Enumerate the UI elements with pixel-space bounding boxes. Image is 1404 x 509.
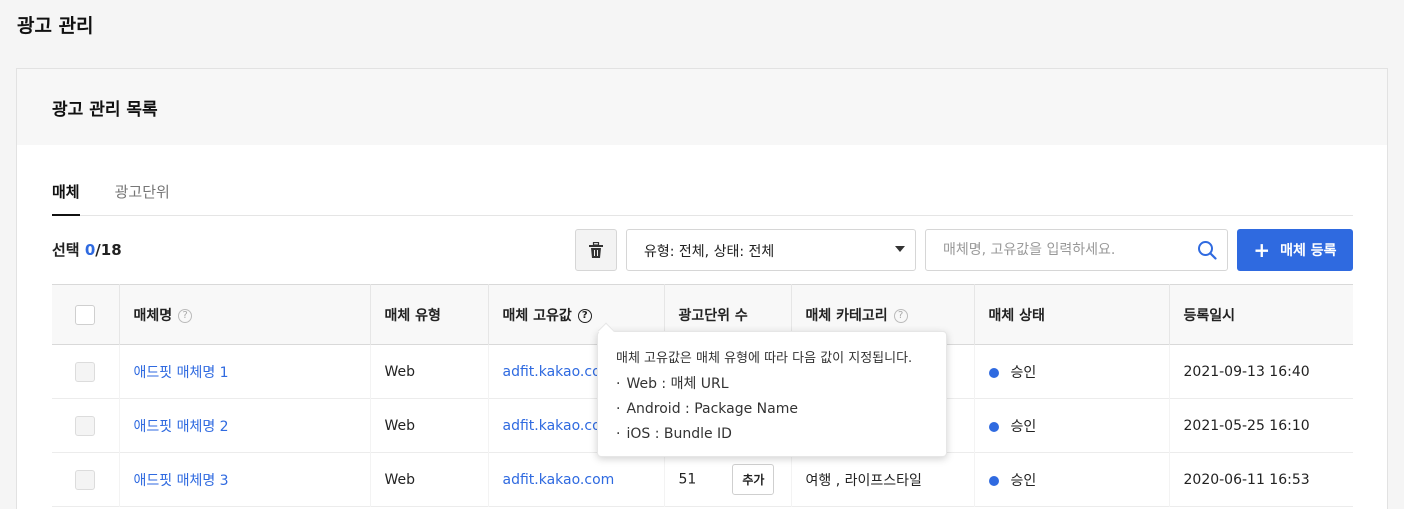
media-name-link[interactable]: 애드핏 매체명 3: [118, 452, 370, 507]
registered-date: 2020-06-11 16:53: [1168, 452, 1353, 507]
registered-date: 2021-05-25 16:10: [1168, 398, 1353, 453]
search-box: [925, 229, 1228, 271]
row-checkbox[interactable]: [75, 361, 96, 382]
tab-ad-unit[interactable]: 광고단위: [115, 179, 170, 216]
tooltip-line: · Web : 매체 URL: [616, 376, 729, 392]
select-all-cell: [52, 285, 119, 345]
tooltip-line: · Android : Package Name: [616, 401, 798, 417]
status-cell: 승인: [973, 452, 1169, 507]
filter-value: 유형: 전체, 상태: 전체: [644, 244, 775, 260]
column-header-status: 매체 상태: [973, 284, 1169, 345]
status-label: 승인: [1010, 418, 1037, 435]
tab-bar: 매체 광고단위: [52, 179, 1353, 216]
column-header-name: 매체명?: [118, 284, 370, 345]
column-header-type: 매체 유형: [369, 284, 488, 345]
help-circle-icon[interactable]: ?: [178, 308, 193, 323]
selection-count: 선택 0/18: [52, 239, 122, 260]
add-media-label: 매체 등록: [1280, 243, 1337, 259]
media-type: Web: [369, 452, 488, 507]
card-title: 광고 관리 목록: [17, 69, 1387, 145]
plus-icon: +: [1253, 238, 1271, 262]
registered-date: 2021-09-13 16:40: [1168, 344, 1353, 399]
selection-selected: 0: [84, 241, 96, 259]
media-type: Web: [369, 398, 488, 453]
media-name-link[interactable]: 애드핏 매체명 2: [118, 398, 370, 453]
status-dot-icon: [988, 367, 999, 378]
tooltip-line: · iOS : Bundle ID: [616, 426, 732, 442]
trash-icon: [589, 241, 603, 258]
help-circle-icon[interactable]: ?: [893, 308, 908, 323]
media-name-link[interactable]: 애드핏 매체명 1: [118, 344, 370, 399]
tab-media[interactable]: 매체: [52, 179, 80, 216]
media-category: 여행 , 라이프스타일: [790, 452, 974, 507]
filter-select[interactable]: 유형: 전체, 상태: 전체: [626, 229, 916, 271]
tooltip-title: 매체 고유값은 매체 유형에 따라 다음 값이 지정됩니다.: [616, 351, 913, 366]
uid-help-tooltip: 매체 고유값은 매체 유형에 따라 다음 값이 지정됩니다. · Web : 매체…: [597, 322, 947, 457]
status-label: 승인: [1010, 364, 1037, 381]
selection-total: /18: [95, 241, 122, 259]
column-header-date: 등록일시: [1168, 284, 1353, 345]
page-title: 광고 관리: [17, 15, 94, 37]
row-checkbox[interactable]: [75, 469, 96, 490]
help-circle-icon[interactable]: ?: [577, 308, 592, 323]
row-checkbox[interactable]: [75, 415, 96, 436]
ad-unit-count: 51: [678, 471, 697, 488]
table-row: 애드핏 매체명 3 Web adfit.kakao.com 51 추가 여행 , …: [52, 452, 1353, 507]
status-cell: 승인: [973, 344, 1169, 399]
add-ad-unit-button[interactable]: 추가: [732, 464, 775, 495]
media-uid-link[interactable]: adfit.kakao.com: [487, 452, 664, 507]
status-dot-icon: [988, 475, 999, 486]
ad-unit-cell: 51 추가: [663, 452, 791, 507]
status-label: 승인: [1010, 472, 1037, 489]
chevron-down-icon: [895, 246, 905, 252]
selection-label: 선택: [52, 241, 80, 259]
delete-button[interactable]: [575, 229, 617, 271]
media-type: Web: [369, 344, 488, 399]
search-input[interactable]: [943, 231, 1193, 269]
status-cell: 승인: [973, 398, 1169, 453]
add-media-button[interactable]: + 매체 등록: [1237, 229, 1353, 271]
select-all-checkbox[interactable]: [75, 304, 96, 325]
status-dot-icon: [988, 421, 999, 432]
search-icon[interactable]: [1197, 240, 1217, 260]
